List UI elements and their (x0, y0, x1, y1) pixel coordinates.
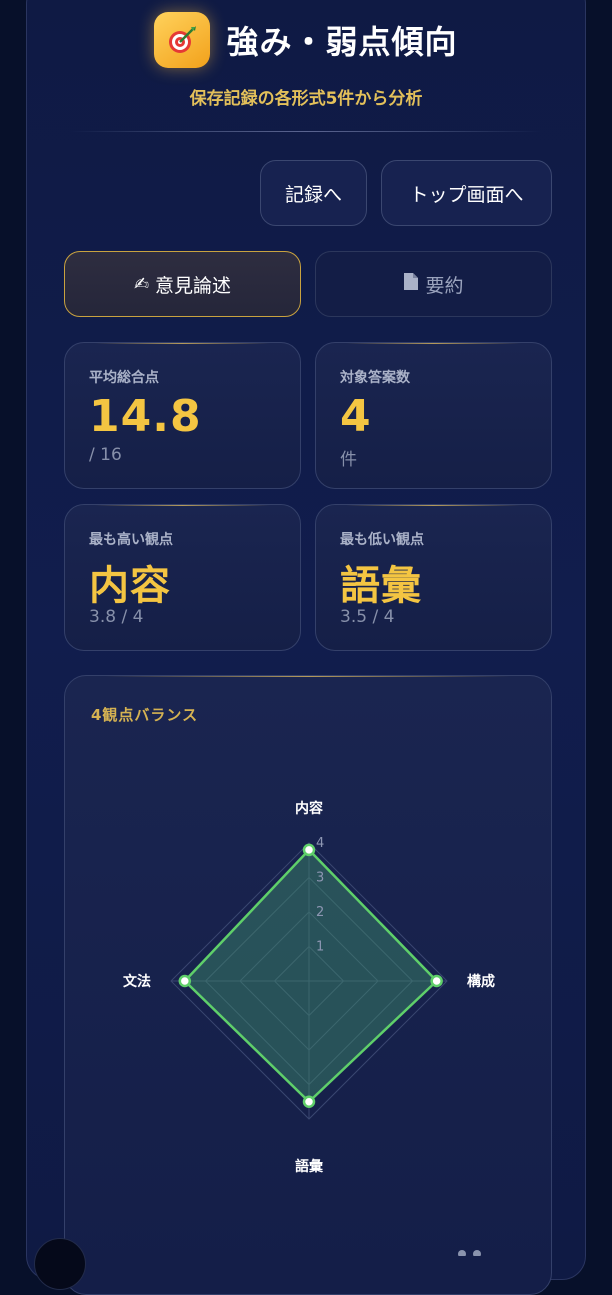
page-subtitle: 保存記録の各形式5件から分析 (189, 89, 423, 109)
axis-label: 構成 (467, 973, 495, 990)
card-sub: / 16 (89, 445, 122, 465)
tab-label: 意見論述 (155, 274, 232, 297)
page-header: 強み・弱点傾向 保存記録の各形式5件から分析 (26, 0, 586, 130)
top-screen-button[interactable]: トップ画面へ (381, 160, 552, 226)
data-point-1 (430, 974, 443, 988)
card-sub: 3.8 / 4 (89, 607, 144, 627)
document-icon (403, 272, 419, 296)
axis-label: 語彙 (295, 1158, 324, 1175)
tick-label: 3 (316, 871, 324, 886)
tab-summary[interactable]: 要約 (315, 251, 552, 317)
tick-label: 2 (316, 905, 324, 920)
card-label: 最も低い観点 (340, 532, 424, 548)
floating-button[interactable] (34, 1238, 86, 1290)
card-value: 内容 (89, 563, 171, 609)
card-sub: 3.5 / 4 (340, 607, 395, 627)
writing-hand-icon: ✍ (133, 273, 150, 295)
tab-opinion-essay[interactable]: ✍ 意見論述 (64, 251, 301, 317)
axis-label: 文法 (123, 973, 151, 990)
tab-label: 要約 (425, 274, 464, 297)
card-label: 最も高い観点 (89, 532, 173, 548)
card-label: 平均総合点 (89, 370, 159, 386)
radar-chart-card: 4観点バランス 1 2 3 4 内容 構成 語彙 文法 (64, 675, 552, 1295)
header-divider (70, 131, 542, 132)
page-title: 強み・弱点傾向 (226, 23, 458, 61)
data-point-3 (178, 974, 192, 988)
card-value: 4 (340, 391, 372, 442)
card-sub: 件 (340, 450, 357, 470)
dart-target-icon (154, 12, 211, 68)
records-button[interactable]: 記録へ (260, 160, 367, 226)
tick-label: 1 (316, 940, 324, 955)
radar-chart: 1 2 3 4 内容構成語彙 文法 (123, 800, 495, 1175)
axis-label: 内容 (295, 800, 323, 817)
more-dots-icon (458, 1250, 481, 1256)
card-label: 対象答案数 (340, 370, 410, 386)
data-point-2 (302, 1095, 316, 1108)
title-row: 強み・弱点傾向 (26, 12, 586, 68)
card-value: 語彙 (340, 563, 422, 609)
average-score-card: 平均総合点 14.8 / 16 (64, 342, 301, 489)
tick-label: 4 (316, 836, 324, 851)
card-value: 14.8 (89, 391, 202, 442)
data-area (183, 848, 439, 1104)
answer-count-card: 対象答案数 4 件 (315, 342, 552, 489)
highest-aspect-card: 最も高い観点 内容 3.8 / 4 (64, 504, 301, 651)
data-point-0 (302, 843, 316, 857)
lowest-aspect-card: 最も低い観点 語彙 3.5 / 4 (315, 504, 552, 651)
